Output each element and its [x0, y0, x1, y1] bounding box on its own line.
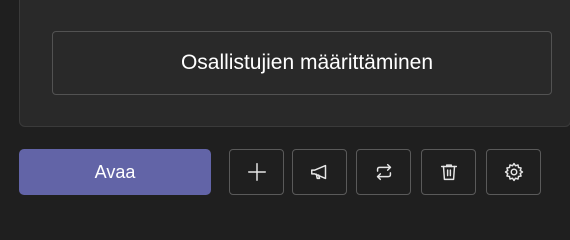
add-button[interactable] — [229, 149, 284, 195]
trash-icon — [440, 164, 457, 181]
sync-icon — [376, 163, 391, 181]
settings-button[interactable] — [486, 149, 541, 195]
assign-participants-button[interactable]: Osallistujien määrittäminen — [52, 31, 552, 95]
plus-icon — [247, 163, 266, 181]
app-page: Osallistujien määrittäminen Avaa — [0, 0, 570, 201]
open-button[interactable]: Avaa — [19, 149, 211, 195]
delete-button[interactable] — [421, 149, 476, 195]
announce-button[interactable] — [292, 149, 347, 195]
assign-participants-label: Osallistujien määrittäminen — [180, 51, 434, 74]
open-button-label: Avaa — [94, 161, 136, 182]
megaphone-icon — [310, 164, 326, 180]
gear-icon — [504, 162, 523, 182]
sync-button[interactable] — [356, 149, 411, 195]
